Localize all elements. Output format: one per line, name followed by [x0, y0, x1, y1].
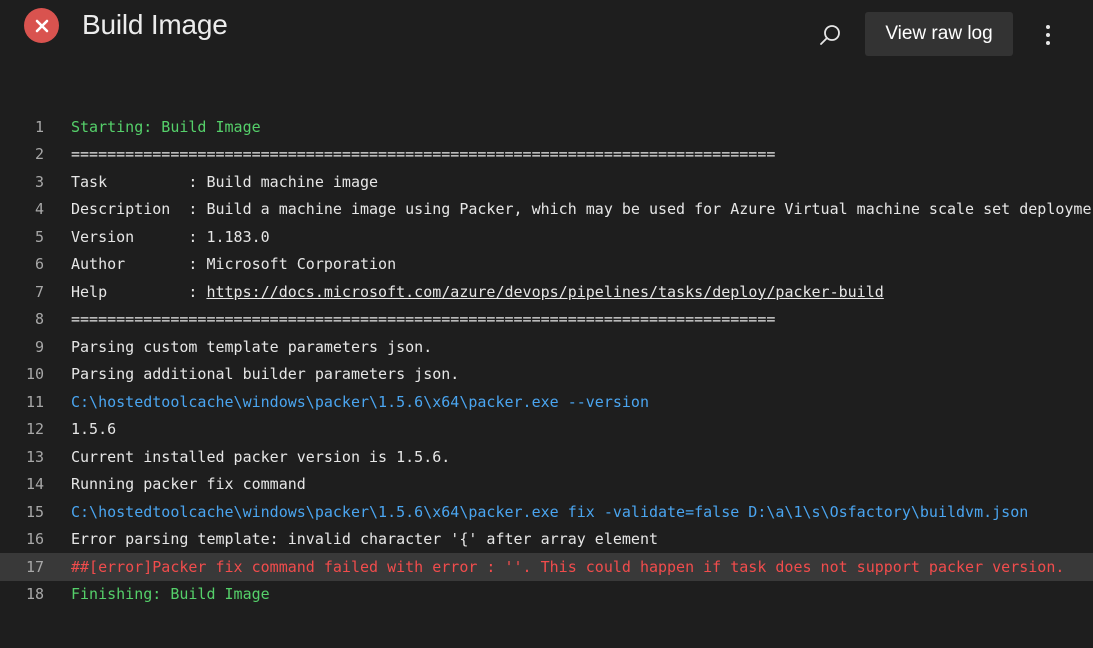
log-line-text: Parsing custom template parameters json. — [71, 337, 433, 356]
line-number[interactable]: 18 — [0, 585, 44, 603]
log-line-text: Help : https://docs.microsoft.com/azure/… — [71, 283, 884, 301]
line-number[interactable]: 9 — [0, 338, 44, 356]
log-line[interactable]: 12 1.5.6 — [0, 416, 1093, 444]
line-number[interactable]: 2 — [0, 145, 44, 163]
log-line-text: Task : Build machine image — [71, 172, 379, 191]
log-line-prefix: Help : — [71, 282, 207, 301]
log-line[interactable]: 16 Error parsing template: invalid charac… — [0, 526, 1093, 554]
log-line[interactable]: 2 =======================================… — [0, 141, 1093, 169]
more-vertical-icon — [1046, 25, 1050, 45]
line-number[interactable]: 3 — [0, 173, 44, 191]
line-number[interactable]: 5 — [0, 228, 44, 246]
log-line-text: ========================================… — [71, 310, 776, 329]
log-line-text: C:\hostedtoolcache\windows\packer\1.5.6\… — [71, 502, 1029, 521]
log-line[interactable]: 17 ##[error]Packer fix command failed wit… — [0, 553, 1093, 581]
log-line-text: Description : Build a machine image usin… — [71, 200, 1092, 219]
line-number[interactable]: 10 — [0, 365, 44, 383]
more-options-button[interactable] — [1036, 20, 1060, 50]
log-line[interactable]: 3 Task : Build machine image — [0, 168, 1093, 196]
log-line-text: Author : Microsoft Corporation — [71, 255, 397, 274]
log-line[interactable]: 11 C:\hostedtoolcache\windows\packer\1.5.… — [0, 388, 1093, 416]
log-output: 1 Starting: Build Image 2 =================… — [0, 113, 1093, 608]
log-line-text: ##[error]Packer fix command failed with … — [71, 557, 1065, 576]
log-line[interactable]: 14 Running packer fix command — [0, 471, 1093, 499]
log-line-text: Current installed packer version is 1.5.… — [71, 447, 451, 466]
log-line-text: C:\hostedtoolcache\windows\packer\1.5.6\… — [71, 392, 649, 411]
search-icon — [820, 25, 840, 45]
log-line[interactable]: 15 C:\hostedtoolcache\windows\packer\1.5.… — [0, 498, 1093, 526]
page-title: Build Image — [82, 9, 228, 40]
log-line-text: ========================================… — [71, 145, 776, 164]
log-line-text: Parsing additional builder parameters js… — [71, 365, 460, 384]
log-line-text: Error parsing template: invalid characte… — [71, 530, 658, 549]
log-line[interactable]: 18 Finishing: Build Image — [0, 581, 1093, 609]
line-number[interactable]: 4 — [0, 200, 44, 218]
log-line-text: Finishing: Build Image — [71, 585, 270, 604]
line-number[interactable]: 1 — [0, 118, 44, 136]
line-number[interactable]: 15 — [0, 503, 44, 521]
line-number[interactable]: 14 — [0, 475, 44, 493]
log-line[interactable]: 10 Parsing additional builder parameters … — [0, 361, 1093, 389]
log-line[interactable]: 1 Starting: Build Image — [0, 113, 1093, 141]
log-line[interactable]: 4 Description : Build a machine image usi… — [0, 196, 1093, 224]
line-number[interactable]: 13 — [0, 448, 44, 466]
line-number[interactable]: 16 — [0, 530, 44, 548]
log-line-text: Version : 1.183.0 — [71, 227, 270, 246]
log-line-text: Running packer fix command — [71, 475, 306, 494]
log-line[interactable]: 5 Version : 1.183.0 — [0, 223, 1093, 251]
line-number[interactable]: 7 — [0, 283, 44, 301]
line-number[interactable]: 11 — [0, 393, 44, 411]
log-line-text: Starting: Build Image — [71, 117, 261, 136]
line-number[interactable]: 8 — [0, 310, 44, 328]
error-x-icon — [24, 8, 59, 43]
view-raw-log-button[interactable]: View raw log — [865, 12, 1013, 56]
log-line[interactable]: 6 Author : Microsoft Corporation — [0, 251, 1093, 279]
line-number[interactable]: 17 — [0, 558, 44, 576]
log-line-text: 1.5.6 — [71, 420, 117, 439]
line-number[interactable]: 12 — [0, 420, 44, 438]
log-line[interactable]: 9 Parsing custom template parameters json… — [0, 333, 1093, 361]
help-link[interactable]: https://docs.microsoft.com/azure/devops/… — [206, 283, 883, 301]
log-line[interactable]: 13 Current installed packer version is 1.… — [0, 443, 1093, 471]
log-line[interactable]: 7 Help : https://docs.microsoft.com/azure… — [0, 278, 1093, 306]
search-button[interactable] — [815, 20, 845, 50]
task-header: Build Image View raw log — [0, 0, 1093, 60]
line-number[interactable]: 6 — [0, 255, 44, 273]
log-line[interactable]: 8 =======================================… — [0, 306, 1093, 334]
